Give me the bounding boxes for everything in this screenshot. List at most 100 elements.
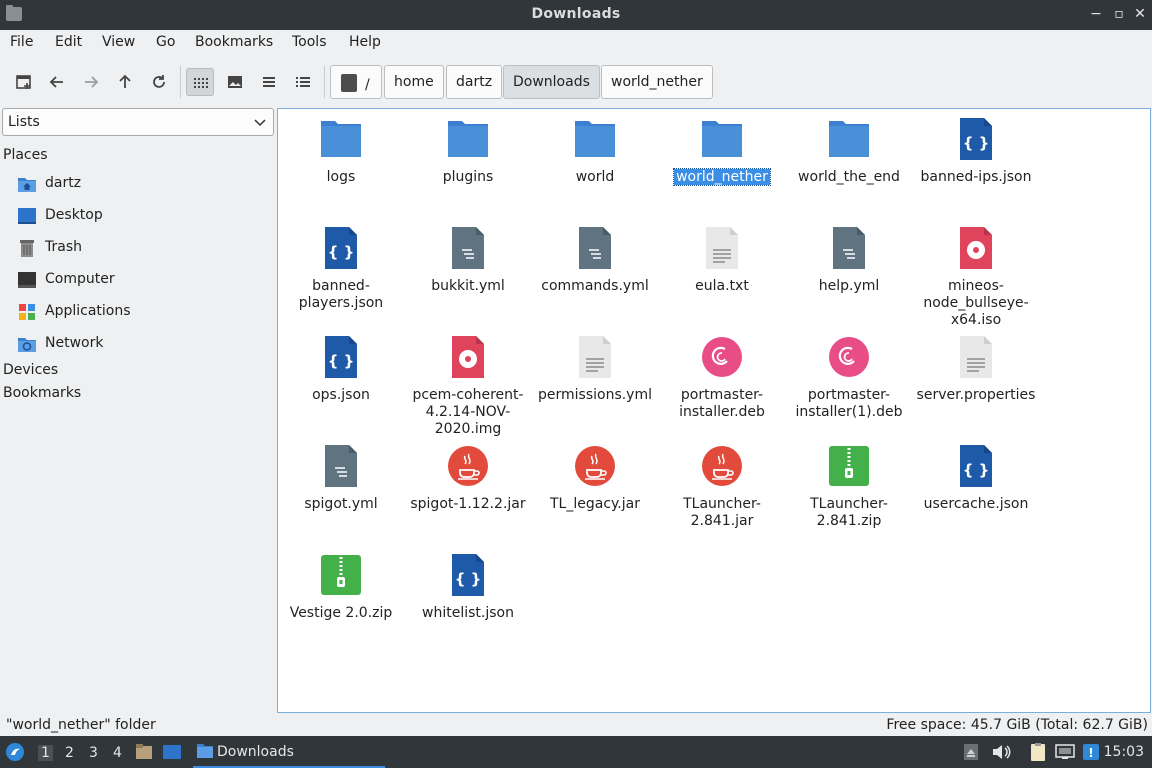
clock[interactable]: 15:03 [1104, 744, 1144, 760]
detailed-list-icon[interactable] [289, 68, 317, 96]
start-menu-icon[interactable] [5, 742, 25, 762]
place-desktop[interactable]: Desktop [0, 202, 276, 230]
disc-image-icon [452, 336, 484, 378]
json-file-icon: { } [325, 336, 357, 378]
yml-file-icon [579, 227, 611, 269]
json-file-icon: { } [960, 445, 992, 487]
json-file-icon: { } [325, 227, 357, 269]
eject-icon[interactable] [963, 743, 979, 761]
svg-text:{ }: { } [328, 352, 355, 370]
folder-icon [448, 121, 488, 157]
volume-icon[interactable] [991, 743, 1011, 761]
close-icon[interactable]: ✕ [1131, 5, 1149, 23]
place-trash[interactable]: Trash [0, 234, 276, 262]
place-dartz[interactable]: dartz [0, 170, 276, 198]
place-label: Trash [45, 239, 82, 255]
file-manager-launcher-icon[interactable] [135, 743, 153, 761]
bookmarks-header[interactable]: Bookmarks [3, 385, 81, 401]
workspace-1[interactable]: 1 [38, 745, 53, 761]
svg-text:{ }: { } [328, 243, 355, 261]
crumb-world-nether[interactable]: world_nether [601, 65, 713, 99]
place-label: Computer [45, 271, 115, 287]
file-name: portmaster-installer.deb [679, 387, 765, 420]
status-selection: "world_nether" folder [6, 717, 156, 733]
place-computer[interactable]: Computer [0, 266, 276, 294]
devices-header[interactable]: Devices [3, 362, 58, 378]
file-view[interactable]: logs plugins world world_nether world_th… [277, 108, 1151, 713]
menu-edit[interactable]: Edit [55, 34, 82, 50]
new-tab-icon[interactable] [10, 68, 38, 96]
workspace-3[interactable]: 3 [89, 745, 98, 761]
file-name: banned-players.json [298, 278, 384, 311]
menu-go[interactable]: Go [156, 34, 175, 50]
task-label: Downloads [217, 744, 294, 760]
crumb-downloads[interactable]: Downloads [503, 65, 600, 99]
menu-bar: File Edit View Go Bookmarks Tools Help [0, 30, 1152, 56]
side-pane-mode-select[interactable]: Lists [2, 108, 274, 136]
file-name-selected: world_nether [659, 168, 785, 186]
crumb-home[interactable]: home [384, 65, 444, 99]
folder-icon [702, 121, 742, 157]
compact-view-icon[interactable] [255, 68, 283, 96]
zip-archive-icon [829, 446, 869, 486]
file-name: mineos-node_bullseye-x64.iso [923, 278, 1029, 328]
file-name: spigot-1.12.2.jar [410, 496, 526, 512]
place-applications[interactable]: Applications [0, 298, 276, 326]
clipboard-icon[interactable] [1029, 742, 1047, 762]
menu-help[interactable]: Help [349, 34, 381, 50]
file-name: world [575, 169, 615, 185]
workspace-4[interactable]: 4 [113, 745, 122, 761]
file-name: bukkit.yml [431, 278, 505, 294]
file-name: pcem-coherent-4.2.14-NOV-2020.img [412, 387, 524, 437]
thumbnail-view-icon[interactable] [221, 68, 249, 96]
maximize-icon[interactable]: ▫ [1110, 5, 1128, 23]
java-archive-icon [575, 446, 615, 486]
task-downloads[interactable]: Downloads [193, 736, 385, 768]
side-pane: Lists Places dartz Desktop Trash Compute… [0, 108, 276, 712]
crumb-dartz[interactable]: dartz [446, 65, 503, 99]
zip-archive-icon [321, 555, 361, 595]
network-status-icon[interactable] [1055, 743, 1075, 761]
menu-tools[interactable]: Tools [292, 34, 327, 50]
workspace-2[interactable]: 2 [65, 745, 74, 761]
file-name: banned-ips.json [920, 169, 1032, 185]
file-name: help.yml [818, 278, 880, 294]
file-name: plugins [442, 169, 494, 185]
drive-icon [341, 74, 357, 92]
java-archive-icon [448, 446, 488, 486]
back-icon[interactable] [43, 68, 71, 96]
text-file-icon [706, 227, 738, 269]
svg-text:{ }: { } [455, 570, 482, 588]
path-root-button[interactable]: / [330, 65, 382, 99]
menu-view[interactable]: View [102, 34, 135, 50]
show-desktop-icon[interactable] [162, 743, 182, 761]
file-name: TLauncher-2.841.zip [810, 496, 888, 529]
forward-icon[interactable] [77, 68, 105, 96]
text-file-icon [579, 336, 611, 378]
file-name: permissions.yml [537, 387, 652, 403]
java-archive-icon [702, 446, 742, 486]
file-name: TLauncher-2.841.jar [683, 496, 761, 529]
reload-icon[interactable] [145, 68, 173, 96]
icon-view-icon[interactable] [186, 68, 214, 96]
file-name: TL_legacy.jar [550, 496, 640, 512]
selected-label: world_nether [673, 168, 771, 186]
menu-file[interactable]: File [10, 34, 33, 50]
file-name: Vestige 2.0.zip [289, 605, 393, 621]
yml-file-icon [833, 227, 865, 269]
svg-text:{ }: { } [963, 461, 990, 479]
folder-icon [575, 121, 615, 157]
notification-icon[interactable]: ! [1081, 742, 1101, 762]
up-icon[interactable] [111, 68, 139, 96]
path-root-label: / [365, 77, 370, 93]
minimize-icon[interactable]: − [1087, 5, 1105, 23]
folder-icon [197, 744, 213, 758]
text-file-icon [960, 336, 992, 378]
yml-file-icon [452, 227, 484, 269]
debian-package-icon [702, 337, 742, 377]
file-name: usercache.json [923, 496, 1029, 512]
menu-bookmarks[interactable]: Bookmarks [195, 34, 273, 50]
place-label: Applications [45, 303, 131, 319]
place-network[interactable]: Network [0, 330, 276, 358]
trash-icon [20, 240, 34, 257]
